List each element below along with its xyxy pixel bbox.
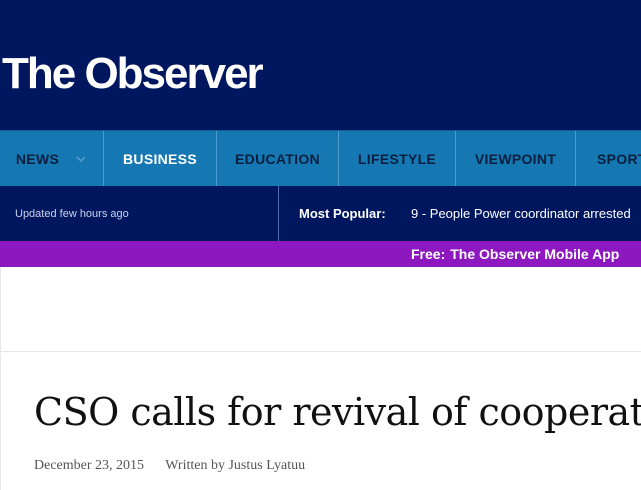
main-nav: NEWS BUSINESS EDUCATION LIFESTYLE VIEWPO… [0, 130, 641, 186]
nav-item-sports[interactable]: SPORTS [576, 131, 641, 186]
mobile-app-link[interactable]: The Observer Mobile App [450, 246, 619, 262]
most-popular-label: Most Popular: [299, 206, 386, 221]
nav-item-business[interactable]: BUSINESS [104, 131, 217, 186]
nav-item-label: SPORTS [597, 150, 641, 167]
article-date: December 23, 2015 [34, 458, 145, 473]
nav-item-lifestyle[interactable]: LIFESTYLE [339, 131, 456, 186]
article: CSO calls for revival of cooperatives De… [0, 353, 641, 490]
nav-item-viewpoint[interactable]: VIEWPOINT [456, 131, 576, 186]
most-popular-link[interactable]: 9 - People Power coordinator arrested [411, 186, 631, 241]
chevron-down-icon [75, 153, 87, 165]
news-ticker: Updated few hours ago Most Popular: 9 - … [0, 186, 641, 241]
nav-item-label: BUSINESS [123, 150, 197, 167]
article-headline: CSO calls for revival of cooperatives [34, 390, 641, 434]
nav-item-education[interactable]: EDUCATION [217, 131, 339, 186]
promo-text: Free: The Observer Mobile App [411, 241, 619, 267]
nav-item-label: VIEWPOINT [474, 150, 557, 167]
nav-item-label: EDUCATION [235, 150, 320, 167]
nav-item-label: NEWS [15, 150, 60, 167]
article-byline[interactable]: Written by Justus Lyatuu [165, 458, 305, 473]
updated-timestamp: Updated few hours ago [0, 186, 279, 241]
masthead: The Observer [0, 0, 641, 130]
promo-bar: Free: The Observer Mobile App [0, 241, 641, 267]
article-meta: December 23, 2015 Written by Justus Lyat… [34, 458, 305, 474]
ad-slot [0, 267, 641, 352]
promo-label: Free: [411, 246, 446, 262]
nav-item-label: LIFESTYLE [357, 150, 437, 167]
nav-item-news[interactable]: NEWS [0, 131, 104, 186]
site-logo[interactable]: The Observer [2, 48, 264, 100]
